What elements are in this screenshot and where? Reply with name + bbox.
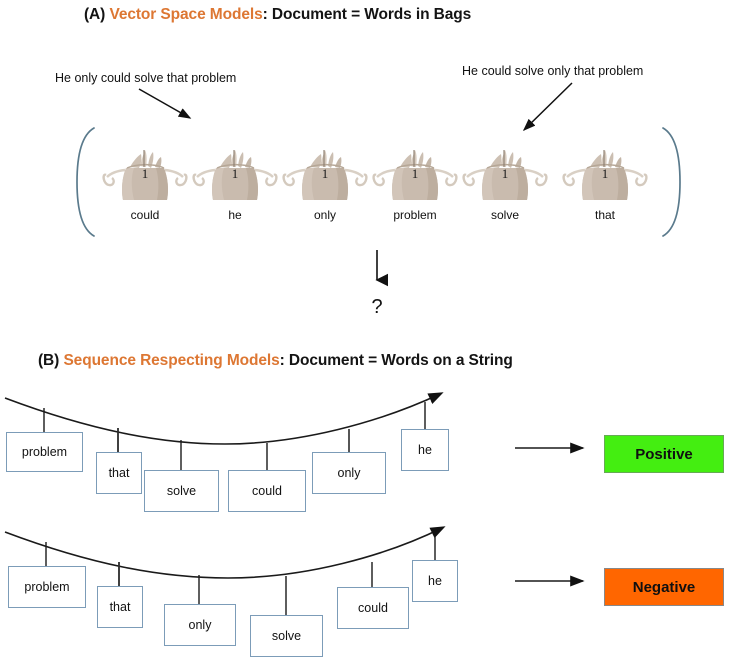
section-b-accent-text: Sequence Respecting Models	[63, 352, 280, 369]
bag-label: solve	[490, 208, 519, 222]
word-box[interactable]: problem	[6, 432, 83, 472]
bag-row: 1 could 1 he 1 only 1 problem 1 solve 1 …	[100, 140, 660, 235]
section-b-rest-text: : Document = Words on a String	[279, 352, 513, 369]
bag-label: he	[228, 208, 242, 222]
section-a-tag: (A)	[84, 6, 110, 23]
diagram-canvas: (A) Vector Space Models: Document = Word…	[0, 0, 729, 657]
bag-count: 1	[501, 166, 509, 181]
bag-label: that	[594, 208, 615, 222]
question-mark: ?	[371, 296, 383, 318]
word-box[interactable]: that	[96, 452, 142, 494]
word-box[interactable]: problem	[8, 566, 86, 608]
word-box[interactable]: he	[401, 429, 449, 471]
bag-label: only	[313, 208, 336, 222]
string-diagram-positive: problem that solve could only he	[0, 386, 470, 516]
caption-sentence-right: He could solve only that problem	[462, 64, 644, 78]
bag-count: 1	[231, 166, 239, 181]
word-box[interactable]: could	[337, 587, 409, 629]
bag-count: 1	[411, 166, 419, 181]
caption-arrow-left	[138, 88, 192, 119]
word-box[interactable]: only	[312, 452, 386, 494]
word-box[interactable]: he	[412, 560, 458, 602]
bag-count: 1	[141, 166, 149, 181]
bag-count: 1	[601, 166, 609, 181]
section-a-accent-text: Vector Space Models	[109, 6, 263, 23]
bracket-left	[76, 127, 95, 237]
string-diagram-negative: problem that only solve could he	[0, 518, 470, 657]
word-box[interactable]: only	[164, 604, 236, 646]
section-a-rest-text: : Document = Words in Bags	[262, 6, 472, 23]
bag-count: 1	[321, 166, 329, 181]
outcome-arrow-negative	[515, 575, 585, 587]
word-box[interactable]: could	[228, 470, 306, 512]
section-b-title: (B) Sequence Respecting Models: Document…	[38, 352, 513, 370]
caption-sentence-left: He only could solve that problem	[55, 71, 237, 85]
bag-label: could	[130, 208, 160, 222]
outcome-badge-negative[interactable]: Negative	[604, 568, 724, 606]
caption-arrow-right	[522, 82, 573, 132]
bag-label: problem	[393, 208, 437, 222]
outcome-arrow-positive	[515, 442, 585, 454]
transition-down-arrow	[375, 250, 389, 287]
outcome-badge-positive[interactable]: Positive	[604, 435, 724, 473]
word-box[interactable]: solve	[144, 470, 219, 512]
section-b-tag: (B)	[38, 352, 64, 369]
word-box[interactable]: that	[97, 586, 143, 628]
section-a-title: (A) Vector Space Models: Document = Word…	[84, 6, 471, 24]
